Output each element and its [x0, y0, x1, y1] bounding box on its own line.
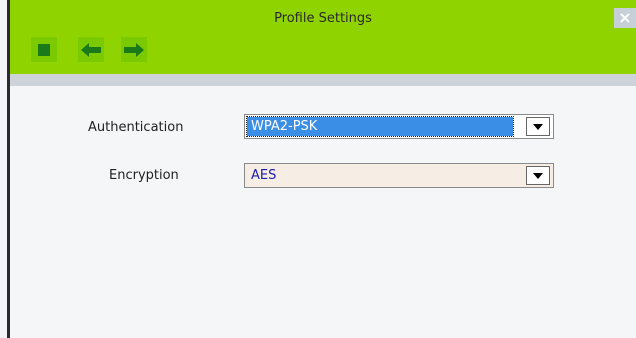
title-bar: Profile Settings ×: [10, 0, 636, 74]
close-icon: ×: [618, 8, 632, 27]
authentication-label: Authentication: [88, 120, 184, 135]
profile-settings-window: Profile Settings × Authentication WPA2-P…: [0, 0, 636, 338]
authentication-value: WPA2-PSK: [246, 116, 514, 137]
header-divider: [10, 74, 636, 86]
chevron-down-icon: [533, 123, 543, 130]
encryption-select[interactable]: AES: [244, 163, 554, 188]
settings-panel: Authentication WPA2-PSK Encryption AES: [10, 86, 636, 338]
window-title: Profile Settings: [274, 11, 372, 26]
stop-icon: [38, 43, 50, 56]
chevron-down-icon: [533, 172, 543, 179]
stop-button[interactable]: [31, 37, 57, 62]
encryption-label: Encryption: [109, 168, 179, 183]
authentication-dropdown-button[interactable]: [526, 117, 550, 136]
close-button[interactable]: ×: [614, 8, 636, 28]
authentication-select[interactable]: WPA2-PSK: [244, 114, 554, 139]
back-button[interactable]: [78, 37, 104, 62]
encryption-value: AES: [251, 168, 277, 183]
arrow-left-icon: [81, 42, 101, 57]
arrow-right-icon: [124, 42, 144, 57]
encryption-dropdown-button[interactable]: [526, 166, 550, 185]
forward-button[interactable]: [121, 37, 147, 62]
